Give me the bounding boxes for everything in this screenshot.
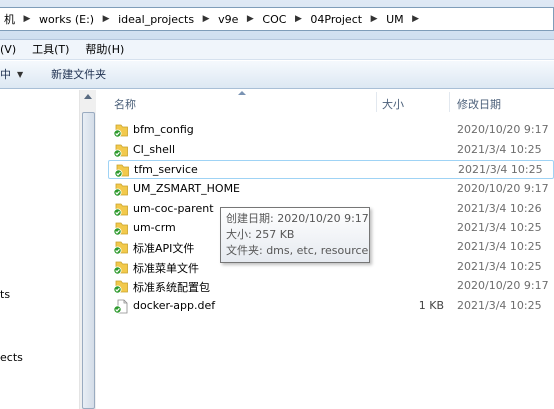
file-row-hovered[interactable]: tfm_service 2021/3/4 10:25 [108,160,554,179]
breadcrumb-chevron-icon[interactable]: ▶ [198,8,214,30]
column-header-size[interactable]: 大小 [382,96,404,112]
menu-help[interactable]: 帮助(H) [77,40,132,60]
shared-folder-icon [113,144,128,158]
file-name: docker-app.def [133,299,216,312]
menu-bar: (V) 工具(T) 帮助(H) [0,40,554,60]
file-date: 2021/3/4 10:25 [457,260,542,273]
column-divider[interactable] [449,92,450,112]
tooltip-created-date: 创建日期: 2020/10/20 9:17 [226,212,369,225]
file-date: 2021/3/4 10:25 [457,299,542,312]
shared-file-icon [113,299,128,314]
toolbar-partial-button[interactable]: 中 ▼ [0,64,23,86]
file-date: 2021/3/4 10:25 [457,240,542,253]
breadcrumb-chevron-icon[interactable]: ▶ [98,8,114,30]
column-headers: 名称 大小 修改日期 [102,90,554,116]
file-name: 标准系统配置包 [133,281,210,294]
tooltip-contents: 文件夹: dms, etc, resource [226,244,369,257]
nav-item-partial-1[interactable]: ts [0,288,10,301]
breadcrumb-04project[interactable]: 04Project [306,8,366,30]
command-toolbar: 中 ▼ 新建文件夹 [0,61,554,89]
file-date: 2021/3/4 10:25 [458,163,543,176]
shared-folder-icon [113,280,128,294]
file-name: bfm_config [133,123,194,136]
file-row[interactable]: 标准系统配置包 2020/10/20 9:17 [108,277,554,296]
shared-folder-icon [113,124,128,138]
menu-view[interactable]: (V) [0,40,24,60]
sort-ascending-icon [238,91,246,95]
new-folder-button[interactable]: 新建文件夹 [51,64,106,86]
file-date: 2020/10/20 9:17 [457,279,549,292]
column-header-date[interactable]: 修改日期 [457,96,501,112]
shared-folder-icon [113,261,128,275]
file-date: 2021/3/4 10:25 [457,221,542,234]
file-name: um-crm [133,221,176,234]
shared-folder-icon [113,241,128,255]
breadcrumb-chevron-icon[interactable]: ▶ [366,8,382,30]
file-date: 2020/10/20 9:17 [457,182,549,195]
address-bar[interactable]: 机 ▶ works (E:) ▶ ideal_projects ▶ v9e ▶ … [0,7,554,31]
file-name: tfm_service [134,163,198,176]
breadcrumb-v9e[interactable]: v9e [214,8,242,30]
file-name: 标准API文件 [133,242,195,255]
breadcrumb-chevron-icon[interactable]: ▶ [290,8,306,30]
file-row[interactable]: CI_shell 2021/3/4 10:25 [108,141,554,160]
shared-folder-icon [113,222,128,236]
menu-tools[interactable]: 工具(T) [24,40,77,60]
scroll-up-arrow-icon[interactable] [84,94,92,99]
nav-scrollbar[interactable] [79,90,96,409]
shared-folder-icon [113,183,128,197]
file-name: 标准菜单文件 [133,262,199,275]
nav-item-partial-2[interactable]: ects [0,351,23,364]
breadcrumb-ideal-projects[interactable]: ideal_projects [114,8,198,30]
column-header-name[interactable]: 名称 [114,96,136,112]
shared-folder-icon [113,203,128,217]
file-date: 2021/3/4 10:25 [457,143,542,156]
nav-scrollbar-thumb[interactable] [82,112,95,409]
file-name: CI_shell [133,143,176,156]
breadcrumb-chevron-icon[interactable]: ▶ [242,8,258,30]
shared-folder-icon [114,164,129,178]
file-row[interactable]: bfm_config 2020/10/20 9:17 [108,121,554,140]
breadcrumb-chevron-icon[interactable]: ▶ [19,8,35,30]
file-row[interactable]: UM_ZSMART_HOME 2020/10/20 9:17 [108,180,554,199]
column-divider[interactable] [376,92,377,112]
file-size: 1 KB [418,299,444,312]
address-bar-area: 机 ▶ works (E:) ▶ ideal_projects ▶ v9e ▶ … [0,0,554,40]
navigation-pane: ts ects [0,90,96,409]
file-name: um-coc-parent [133,202,214,215]
file-date: 2020/10/20 9:17 [457,123,549,136]
file-row[interactable]: docker-app.def 1 KB 2021/3/4 10:25 [108,297,554,316]
breadcrumb-um[interactable]: UM [382,8,408,30]
file-date: 2021/3/4 10:26 [457,202,542,215]
folder-info-tooltip: 创建日期: 2020/10/20 9:17 大小: 257 KB 文件夹: dm… [220,207,370,263]
breadcrumb-chevron-icon[interactable]: ▶ [408,8,424,30]
dropdown-arrow-icon: ▼ [17,69,24,79]
breadcrumb-computer[interactable]: 机 [0,8,19,30]
toolbar-partial-label: 中 [0,67,11,81]
tooltip-size: 大小: 257 KB [226,228,295,241]
file-name: UM_ZSMART_HOME [133,182,241,195]
breadcrumb-coc[interactable]: COC [258,8,290,30]
breadcrumb-works-drive[interactable]: works (E:) [35,8,98,30]
